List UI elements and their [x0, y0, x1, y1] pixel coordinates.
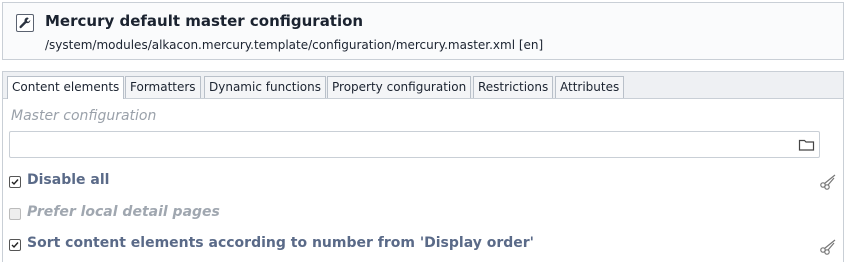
checkbox-row-prefer-local: Prefer local detail pages [9, 204, 839, 224]
tab-dynamic-functions[interactable]: Dynamic functions [204, 76, 327, 98]
tab-restrictions[interactable]: Restrictions [473, 76, 554, 98]
checkbox-row-sort-order: Sort content elements according to numbe… [9, 235, 839, 255]
resource-header: Mercury default master configuration /sy… [2, 2, 844, 60]
checkbox-row-disable-all: Disable all [9, 172, 839, 192]
tab-formatters[interactable]: Formatters [125, 76, 201, 98]
sort-order-label[interactable]: Sort content elements according to numbe… [27, 235, 534, 251]
prefer-local-checkbox [9, 208, 21, 220]
scissors-icon[interactable] [819, 172, 837, 190]
editor-panel: Content elements Formatters Dynamic func… [2, 71, 844, 262]
prefer-local-label: Prefer local detail pages [27, 204, 220, 220]
master-configuration-label: Master configuration [11, 108, 157, 124]
master-configuration-input[interactable] [9, 131, 820, 158]
wrench-icon [16, 14, 34, 32]
resource-path: /system/modules/alkacon.mercury.template… [45, 38, 544, 52]
sort-order-checkbox[interactable] [9, 239, 21, 251]
tab-content-elements[interactable]: Content elements [7, 76, 125, 99]
disable-all-label[interactable]: Disable all [27, 172, 109, 188]
scissors-icon[interactable] [819, 237, 837, 255]
tab-attributes[interactable]: Attributes [555, 76, 625, 98]
page-title: Mercury default master configuration [45, 12, 364, 30]
tab-property-configuration[interactable]: Property configuration [327, 76, 472, 98]
tab-bar: Content elements Formatters Dynamic func… [3, 72, 843, 99]
folder-icon[interactable] [798, 137, 815, 152]
disable-all-checkbox[interactable] [9, 176, 21, 188]
